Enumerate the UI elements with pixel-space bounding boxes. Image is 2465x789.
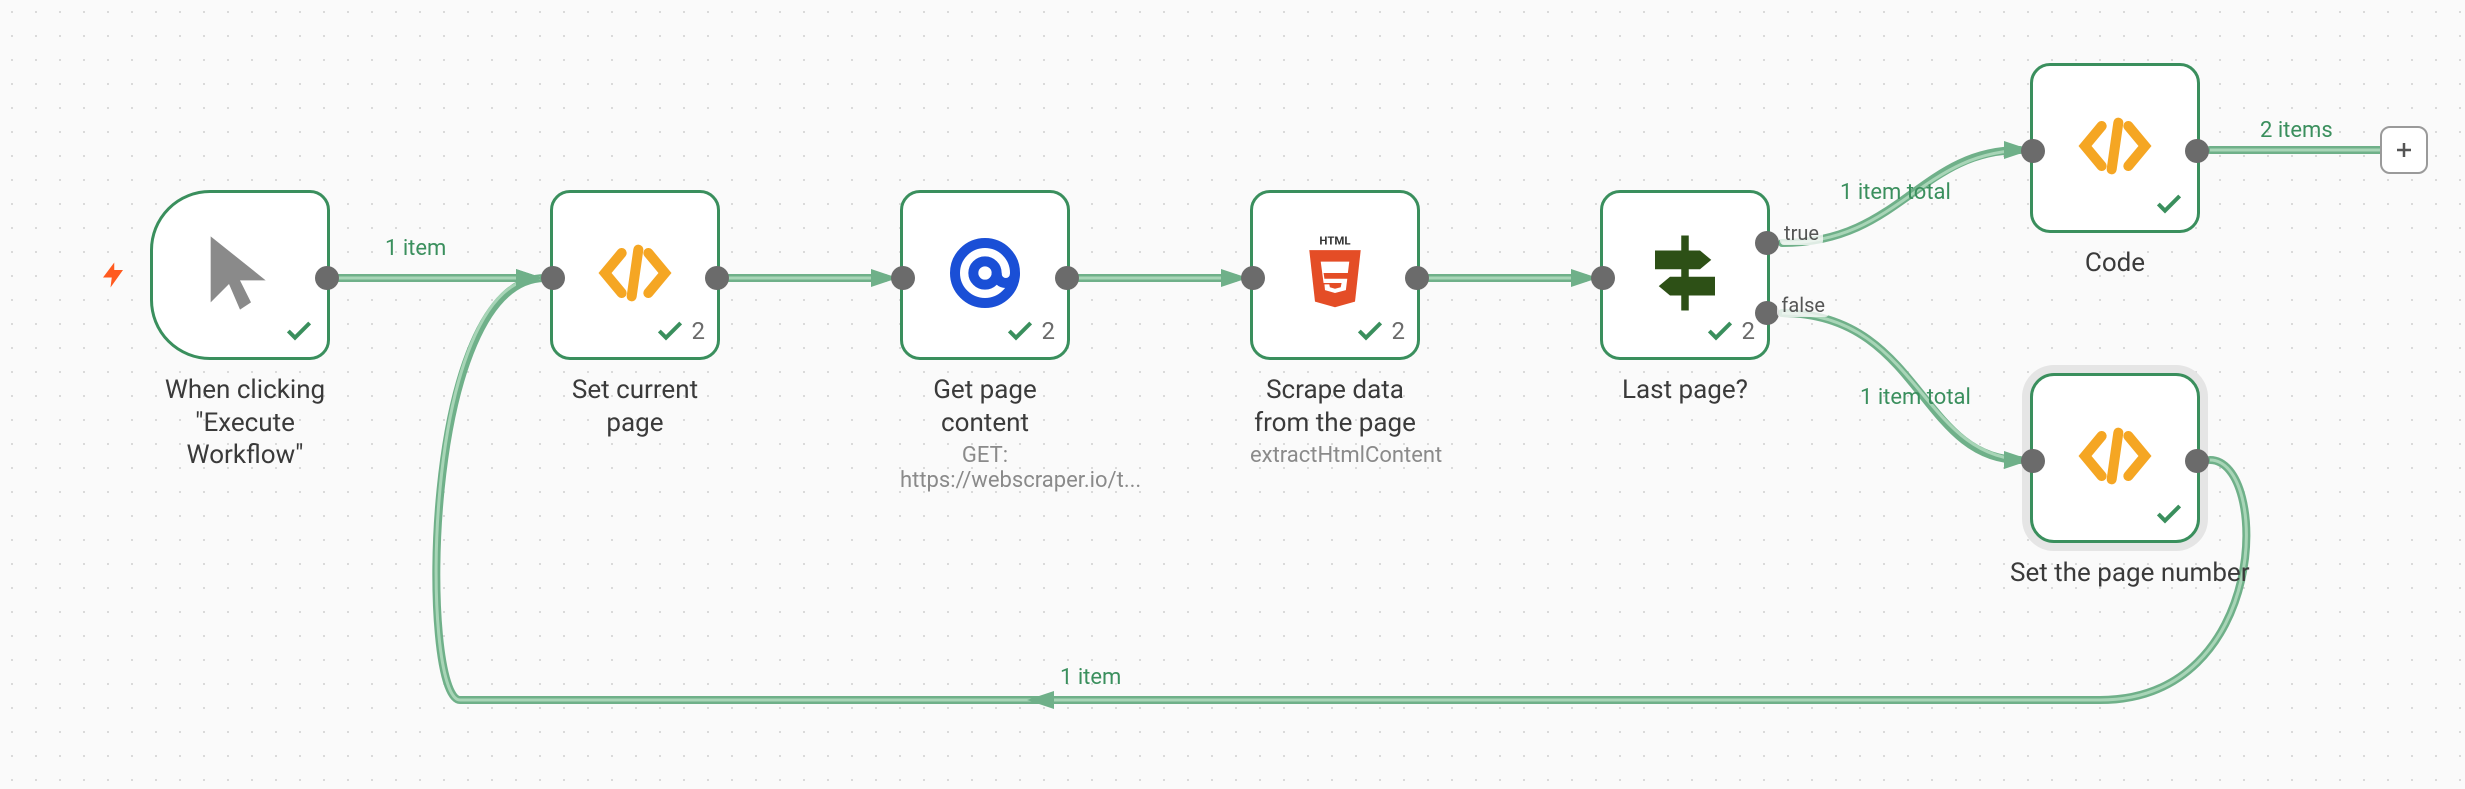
status-check-icon: 2 — [1354, 315, 1406, 347]
node-set-page-number[interactable]: Set the page number — [2030, 373, 2200, 590]
output-port[interactable] — [1405, 266, 1429, 290]
output-port-false[interactable] — [1755, 301, 1779, 325]
status-check-icon — [283, 315, 315, 347]
node-last-page-if[interactable]: 2 true false Last page? — [1600, 190, 1770, 407]
code-icon — [2075, 106, 2155, 190]
true-label: true — [1780, 221, 1823, 245]
edge-label: 1 item — [385, 236, 446, 261]
false-label: false — [1777, 293, 1829, 317]
edge-label-false: 1 item total — [1860, 385, 1971, 410]
node-trigger[interactable]: When clicking "Execute Workflow" — [150, 190, 340, 472]
node-subtitle: GET: https://webscraper.io/t... — [900, 443, 1070, 493]
output-port[interactable] — [705, 266, 729, 290]
code-icon — [2075, 416, 2155, 500]
output-port[interactable] — [315, 266, 339, 290]
input-port[interactable] — [1241, 266, 1265, 290]
input-port[interactable] — [2021, 139, 2045, 163]
edge-label-true: 1 item total — [1840, 180, 1951, 205]
cursor-icon — [196, 229, 284, 321]
status-check-icon — [2153, 498, 2185, 530]
node-title: Get page content — [900, 374, 1070, 439]
input-port[interactable] — [541, 266, 565, 290]
code-icon — [595, 233, 675, 317]
node-get-page-content[interactable]: 2 Get page content GET: https://webscrap… — [900, 190, 1070, 493]
status-check-icon: 2 — [1004, 315, 1056, 347]
input-port[interactable] — [1591, 266, 1615, 290]
output-port[interactable] — [2185, 449, 2209, 473]
node-set-current-page[interactable]: 2 Set current page — [550, 190, 720, 439]
output-port[interactable] — [1055, 266, 1079, 290]
input-port[interactable] — [891, 266, 915, 290]
svg-text:HTML: HTML — [1319, 233, 1350, 247]
node-title: Set current page — [550, 374, 720, 439]
exec-count: 2 — [1742, 317, 1756, 345]
status-check-icon: 2 — [1704, 315, 1756, 347]
exec-count: 2 — [1042, 317, 1056, 345]
output-port[interactable] — [2185, 139, 2209, 163]
node-title: Last page? — [1600, 374, 1770, 407]
node-scrape-data[interactable]: HTML 2 Scrape data from the page extract… — [1250, 190, 1420, 468]
html5-icon: HTML — [1295, 233, 1375, 317]
signpost-icon — [1640, 228, 1730, 322]
edge-label-loop: 1 item — [1060, 665, 1121, 690]
status-check-icon: 2 — [654, 315, 706, 347]
edge-label-code-out: 2 items — [2260, 118, 2333, 143]
node-subtitle: extractHtmlContent — [1250, 443, 1420, 468]
exec-count: 2 — [692, 317, 706, 345]
trigger-bolt-icon — [98, 255, 128, 304]
input-port[interactable] — [2021, 449, 2045, 473]
at-icon — [945, 233, 1025, 317]
node-title: Set the page number — [2010, 557, 2220, 590]
status-check-icon — [2153, 188, 2185, 220]
node-title: Code — [2030, 247, 2200, 280]
node-title: Scrape data from the page — [1250, 374, 1420, 439]
output-port-true[interactable] — [1755, 231, 1779, 255]
exec-count: 2 — [1392, 317, 1406, 345]
node-code[interactable]: Code — [2030, 63, 2200, 280]
add-node-button[interactable] — [2380, 126, 2428, 174]
node-title: When clicking "Execute Workflow" — [150, 374, 340, 472]
